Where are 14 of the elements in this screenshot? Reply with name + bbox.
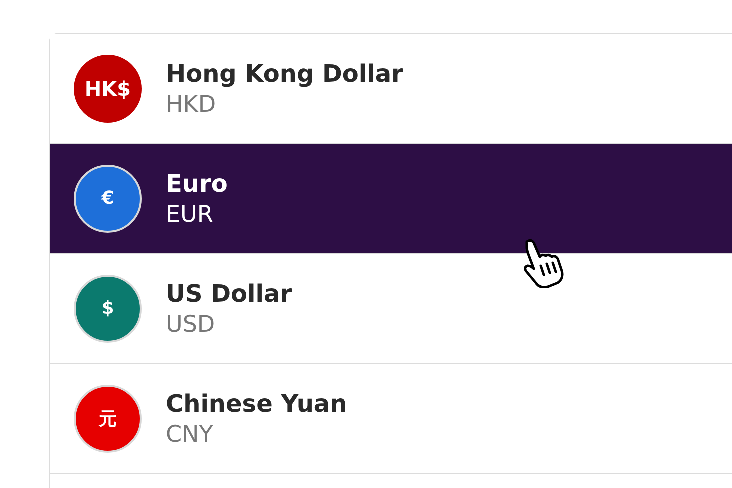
currency-code: USD bbox=[166, 312, 216, 338]
currency-badge: $ bbox=[74, 274, 142, 342]
currency-name: Hong Kong Dollar bbox=[166, 60, 404, 88]
currency-code: CNY bbox=[166, 422, 214, 448]
currency-row[interactable]: € Euro EUR bbox=[50, 144, 732, 254]
currency-row[interactable]: HK$ Hong Kong Dollar HKD bbox=[50, 34, 732, 144]
currency-badge: € bbox=[74, 164, 142, 232]
currency-code: HKD bbox=[166, 92, 218, 118]
currency-badge: 元 bbox=[74, 384, 142, 452]
currency-badge: HK$ bbox=[74, 54, 142, 122]
currency-name: US Dollar bbox=[166, 280, 292, 308]
currency-name: Euro bbox=[166, 170, 228, 198]
currency-code: EUR bbox=[166, 202, 214, 228]
currency-name: Chinese Yuan bbox=[166, 390, 348, 418]
